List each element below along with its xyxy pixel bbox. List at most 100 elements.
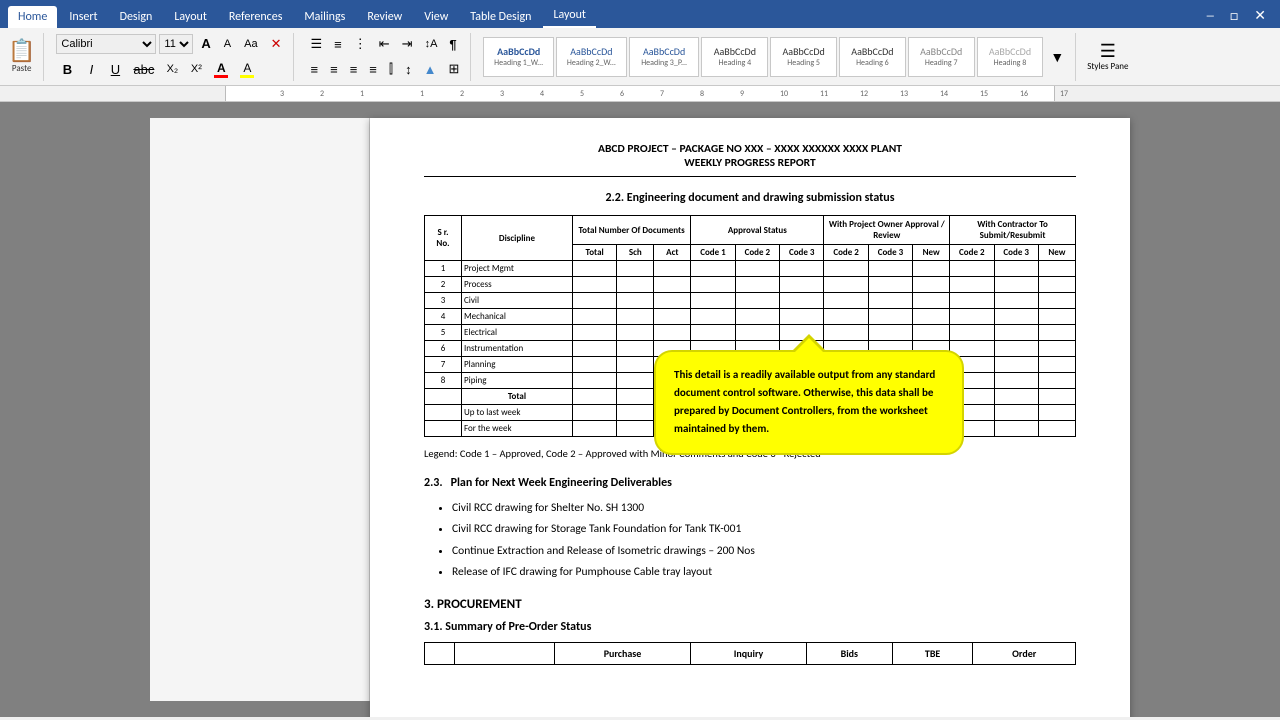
indent-inc-button[interactable]: ⇥ (397, 33, 418, 55)
style-heading8[interactable]: AaBbCcDd Heading 8 (977, 37, 1044, 77)
font-size-selector[interactable]: 11 (159, 34, 193, 54)
page-header: ABCD PROJECT – PACKAGE NO XXX – XXXX XXX… (424, 142, 1076, 170)
subscript-button[interactable]: X₂ (161, 60, 183, 78)
paste-button[interactable]: 📋 Paste (8, 39, 35, 74)
tab-mailings[interactable]: Mailings (294, 6, 355, 28)
style-heading3[interactable]: AaBbCcDd Heading 3_P... (629, 37, 700, 77)
minimize-icon[interactable]: ─ (1201, 7, 1220, 24)
style-heading5[interactable]: AaBbCcDd Heading 5 (770, 37, 837, 77)
restore-icon[interactable]: □ (1224, 7, 1244, 24)
section-2-2-title: 2.2. Engineering document and drawing su… (424, 191, 1076, 205)
style-heading6[interactable]: AaBbCcDd Heading 6 (839, 37, 906, 77)
section-2-3: 2.3. Plan for Next Week Engineering Deli… (424, 476, 1076, 583)
section-3-1-title: 3.1. Summary of Pre-Order Status (424, 620, 1076, 634)
style-heading2[interactable]: AaBbCcDd Heading 2_W... (556, 37, 627, 77)
tab-insert[interactable]: Insert (59, 6, 107, 28)
list-item: Civil RCC drawing for Storage Tank Found… (452, 519, 1076, 540)
font-group: Calibri 11 A A Aa ✕ B I U abc X₂ X² A (50, 33, 293, 81)
col-contractor: With Contractor To Submit/Resubmit (950, 216, 1076, 245)
style-heading1[interactable]: AaBbCcDd Heading 1_W... (483, 37, 554, 77)
deliverables-list: Civil RCC drawing for Shelter No. SH 130… (424, 498, 1076, 583)
ribbon: Home Insert Design Layout References Mai… (0, 0, 1280, 86)
font-shrink-button[interactable]: A (219, 35, 236, 53)
tab-layout2[interactable]: Layout (543, 4, 596, 28)
style-heading4[interactable]: AaBbCcDd Heading 4 (701, 37, 768, 77)
styles-pane-button[interactable]: ☰ Styles Pane (1082, 35, 1133, 78)
multilevel-button[interactable]: ⋮ (349, 33, 372, 55)
sub-cont-new: New (1038, 245, 1075, 261)
ribbon-body: 📋 Paste Calibri 11 A A Aa ✕ B I U (0, 28, 1280, 86)
borders-button[interactable]: ⊞ (443, 58, 464, 80)
change-case-button[interactable]: Aa (239, 35, 262, 53)
columns-button[interactable]: ⫿ (384, 58, 398, 80)
section-2-3-subtitle: Plan for Next Week Engineering Deliverab… (451, 476, 672, 490)
show-hide-button[interactable]: ¶ (444, 34, 461, 55)
clipboard-group: 📋 Paste (8, 33, 44, 81)
tab-view[interactable]: View (414, 6, 458, 28)
sub-cont-code3: Code 3 (994, 245, 1038, 261)
indent-dec-button[interactable]: ⇤ (374, 33, 395, 55)
procurement-table: Purchase Inquiry Bids TBE Order (424, 642, 1076, 665)
numbering-button[interactable]: ≡ (329, 34, 347, 55)
proc-col-bids: Bids (806, 643, 892, 665)
shading-button[interactable]: ▲ (419, 59, 442, 80)
tab-table-design[interactable]: Table Design (460, 6, 541, 28)
col-approval: Approval Status (691, 216, 824, 245)
paragraph-group: ☰ ≡ ⋮ ⇤ ⇥ ↕A ¶ ≡ ≡ ≡ ≡ ⫿ ↕ ▲ ⊞ (300, 33, 472, 81)
style-heading7[interactable]: AaBbCcDd Heading 7 (908, 37, 975, 77)
proc-col-order: Order (973, 643, 1076, 665)
sub-cont-code2: Code 2 (950, 245, 994, 261)
font-color-button[interactable]: A (209, 58, 233, 81)
table-row: 2 Process (425, 277, 1076, 293)
proc-col-2 (455, 643, 555, 665)
tab-home[interactable]: Home (8, 6, 57, 28)
proc-col-inquiry: Inquiry (691, 643, 807, 665)
line-spacing-button[interactable]: ↕ (400, 59, 417, 80)
clear-format-button[interactable]: ✕ (266, 33, 287, 55)
proc-col-purchase: Purchase (555, 643, 691, 665)
font-grow-button[interactable]: A (196, 33, 215, 54)
table-row: 1 Project Mgmt (425, 261, 1076, 277)
section-3-title: 3. PROCUREMENT (424, 597, 1076, 612)
list-item: Civil RCC drawing for Shelter No. SH 130… (452, 498, 1076, 519)
tab-layout[interactable]: Layout (164, 6, 217, 28)
superscript-button[interactable]: X² (185, 60, 207, 78)
list-item: Release of IFC drawing for Pumphouse Cab… (452, 562, 1076, 583)
sub-total: Total (572, 245, 616, 261)
sub-code2: Code 2 (735, 245, 779, 261)
align-left-button[interactable]: ≡ (306, 59, 324, 80)
tab-review[interactable]: Review (357, 6, 412, 28)
sub-sch: Sch (617, 245, 654, 261)
col-total-docs: Total Number Of Documents (572, 216, 690, 245)
font-selector[interactable]: Calibri (56, 34, 156, 54)
italic-button[interactable]: I (80, 59, 102, 80)
proc-col-1 (425, 643, 455, 665)
sub-owner-code2: Code 2 (824, 245, 868, 261)
col-owner: With Project Owner Approval / Review (824, 216, 950, 245)
highlight-button[interactable]: A (235, 58, 259, 81)
page: ABCD PROJECT – PACKAGE NO XXX – XXXX XXX… (370, 118, 1130, 717)
tooltip-bubble: This detail is a readily available outpu… (654, 350, 964, 455)
document-area: ABCD PROJECT – PACKAGE NO XXX – XXXX XXX… (0, 102, 1280, 717)
bold-button[interactable]: B (56, 59, 78, 80)
align-center-button[interactable]: ≡ (325, 59, 343, 80)
close-icon[interactable]: ✕ (1248, 7, 1272, 24)
sub-owner-new: New (913, 245, 950, 261)
styles-group: AaBbCcDd Heading 1_W... AaBbCcDd Heading… (477, 33, 1076, 81)
align-right-button[interactable]: ≡ (345, 59, 363, 80)
more-styles-button[interactable]: ▼ (1045, 37, 1069, 77)
bullets-button[interactable]: ☰ (306, 33, 328, 55)
col-discipline: Discipline (461, 216, 572, 261)
underline-button[interactable]: U (104, 59, 126, 80)
sub-code1: Code 1 (691, 245, 735, 261)
sub-owner-code3: Code 3 (868, 245, 912, 261)
sub-code3: Code 3 (780, 245, 824, 261)
col-srno: S r.No. (425, 216, 462, 261)
page-divider (424, 176, 1076, 177)
paste-icon: 📋 (8, 39, 35, 63)
tab-design[interactable]: Design (110, 6, 163, 28)
sort-button[interactable]: ↕A (420, 35, 443, 53)
strikethrough-button[interactable]: abc (128, 59, 159, 80)
tab-references[interactable]: References (219, 6, 293, 28)
justify-button[interactable]: ≡ (364, 59, 382, 80)
